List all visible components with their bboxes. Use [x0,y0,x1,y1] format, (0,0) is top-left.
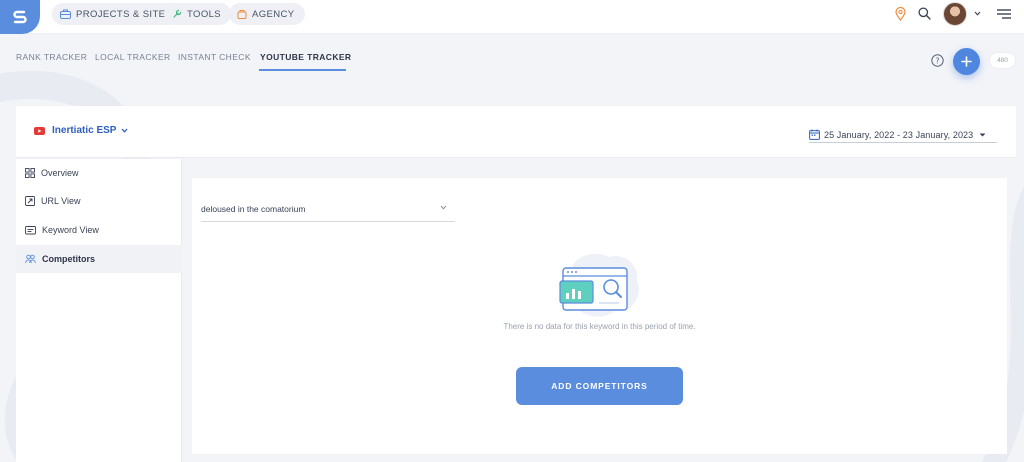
users-icon [25,254,36,264]
caret-down-icon [979,133,986,136]
empty-state-message: There is no data for this keyword in thi… [503,322,696,331]
date-range-text: 25 January, 2022 - 23 January, 2023 [824,129,974,140]
active-tab-indicator [259,69,346,71]
nav-label: TOOLS [187,8,222,20]
sidebar-item-label: Keyword View [42,225,99,235]
url-view-icon [25,196,35,206]
sidebar: Overview URL View Keyword View Competito… [16,159,182,462]
chevron-down-icon[interactable] [974,11,981,16]
sidebar-item-label: Overview [41,168,79,178]
tab-rank-tracker[interactable]: RANK TRACKER [16,52,87,62]
sidebar-item-label: Competitors [42,254,96,264]
nav-label: AGENCY [252,8,295,20]
grid-icon [25,168,35,178]
help-icon[interactable]: ? [931,54,944,67]
tab-instant-check[interactable]: INSTANT CHECK [178,52,251,62]
app-logo[interactable] [0,0,40,34]
project-selector[interactable]: Inertiatic ESP [34,125,128,136]
logo-icon [13,10,27,24]
agency-icon [237,10,247,19]
chevron-down-icon [440,205,447,210]
tab-local-tracker[interactable]: LOCAL TRACKER [95,52,171,62]
sidebar-item-url-view[interactable]: URL View [16,187,182,215]
keyword-select-value: deloused in the comatorium [201,203,306,214]
date-range-underline [809,142,997,143]
nav-tools[interactable]: TOOLS [164,3,232,25]
chevron-down-icon [121,128,128,133]
top-bar: PROJECTS & SITES TOOLS AGENCY [0,0,1024,34]
project-header: Inertiatic ESP 25 January, 2022 - 23 Jan… [16,106,1016,158]
sidebar-item-keyword-view[interactable]: Keyword View [16,216,182,244]
location-pin-icon[interactable] [895,7,906,21]
nav-label: PROJECTS & SITES [76,8,173,20]
sidebar-item-label: URL View [41,196,81,206]
user-avatar[interactable] [943,2,967,26]
no-data-illustration-icon [559,253,639,317]
project-name: Inertiatic ESP [52,125,117,136]
youtube-icon [34,126,45,135]
briefcase-icon [60,9,71,19]
nav-projects-sites[interactable]: PROJECTS & SITES [52,3,183,25]
sidebar-item-competitors[interactable]: Competitors [16,245,182,273]
keyword-select[interactable]: deloused in the comatorium [201,196,455,222]
tab-youtube-tracker[interactable]: YOUTUBE TRACKER [260,52,351,62]
menu-icon[interactable] [997,9,1011,19]
svg-text:?: ? [935,56,939,65]
add-competitors-button[interactable]: ADD COMPETITORS [516,367,683,405]
nav-agency[interactable]: AGENCY [229,3,305,25]
keyword-view-icon [25,226,36,235]
count-badge: 480 [989,52,1016,69]
sidebar-item-overview[interactable]: Overview [16,159,182,187]
add-button[interactable] [953,48,980,75]
plus-icon [961,56,972,67]
search-icon[interactable] [918,7,931,20]
tools-icon [173,9,182,18]
competitors-panel: deloused in the comatorium There is no d… [192,178,1007,454]
calendar-icon [809,129,820,140]
date-range-picker[interactable]: 25 January, 2022 - 23 January, 2023 [809,129,986,140]
